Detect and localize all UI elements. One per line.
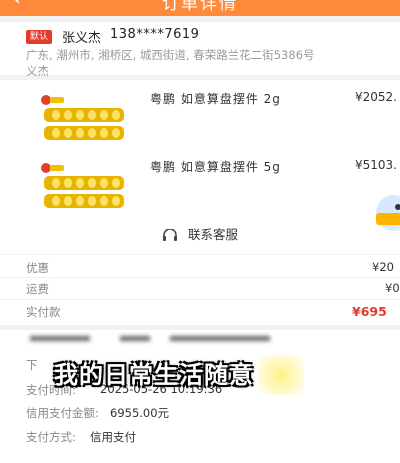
goods-item[interactable]: 粤鹏 如意算盘摆件 2g ¥2052. <box>0 82 400 154</box>
paid-value: ¥695 <box>352 304 387 319</box>
goods-name: 粤鹏 如意算盘摆件 2g <box>150 92 281 106</box>
credit-amount-value: 6955.00元 <box>110 406 170 420</box>
goods-card: 粤鹏 如意算盘摆件 2g ¥2052. 粤鹏 如意算盘摆件 5g ¥5103. <box>0 80 400 254</box>
divider <box>0 299 400 300</box>
gold-abacus-image <box>41 163 124 208</box>
overlay-caption: 我的日常生活随意 <box>54 361 254 389</box>
order-row-label: 下 <box>26 358 38 372</box>
headset-icon <box>163 228 177 241</box>
payment-summary: 优惠 ¥20 运费 ¥0 实付款 ¥695 <box>0 255 400 325</box>
gold-abacus-image <box>41 95 124 140</box>
recipient-phone: 138****7619 <box>110 27 200 42</box>
decorative-glow <box>258 355 304 395</box>
discount-value: ¥20 <box>372 260 394 274</box>
address-card[interactable]: 默认 张义杰 138****7619 广东, 潮州市, 湘桥区, 城西街道, 春… <box>0 22 400 78</box>
shipping-value: ¥0 <box>385 281 400 295</box>
redacted-order-number <box>30 336 270 344</box>
discount-label: 优惠 <box>26 261 49 275</box>
contact-service-label: 联系客服 <box>187 227 238 242</box>
shipping-label: 运费 <box>26 282 49 296</box>
goods-name: 粤鹏 如意算盘摆件 5g <box>150 160 281 174</box>
pay-method-value: 信用支付 <box>90 430 136 444</box>
contact-service-button[interactable]: 联系客服 <box>0 224 400 248</box>
address-text: 广东, 潮州市, 湘桥区, 城西街道, 春荣路兰花二街5386号 义杰 <box>26 47 400 79</box>
divider <box>0 277 400 278</box>
paid-label: 实付款 <box>26 305 61 319</box>
address-line-2: 义杰 <box>26 64 49 78</box>
default-badge: 默认 <box>26 30 53 44</box>
order-info-card: 下 支付时间: 2025-05-26 10:19:36 信用支付金额: 6955… <box>0 330 400 463</box>
pay-method-label: 支付方式: <box>26 430 76 444</box>
credit-amount-label: 信用支付金额: <box>26 406 99 420</box>
goods-price: ¥5103. <box>355 158 397 172</box>
goods-item[interactable]: 粤鹏 如意算盘摆件 5g ¥5103. <box>0 150 400 222</box>
address-line-1: 广东, 潮州市, 湘桥区, 城西街道, 春荣路兰花二街5386号 <box>26 48 315 62</box>
page-title: 订单详情 <box>162 0 238 14</box>
header-bar: ‹ 订单详情 <box>0 0 400 16</box>
recipient-name: 张义杰 <box>62 31 102 46</box>
goods-price: ¥2052. <box>355 90 397 104</box>
